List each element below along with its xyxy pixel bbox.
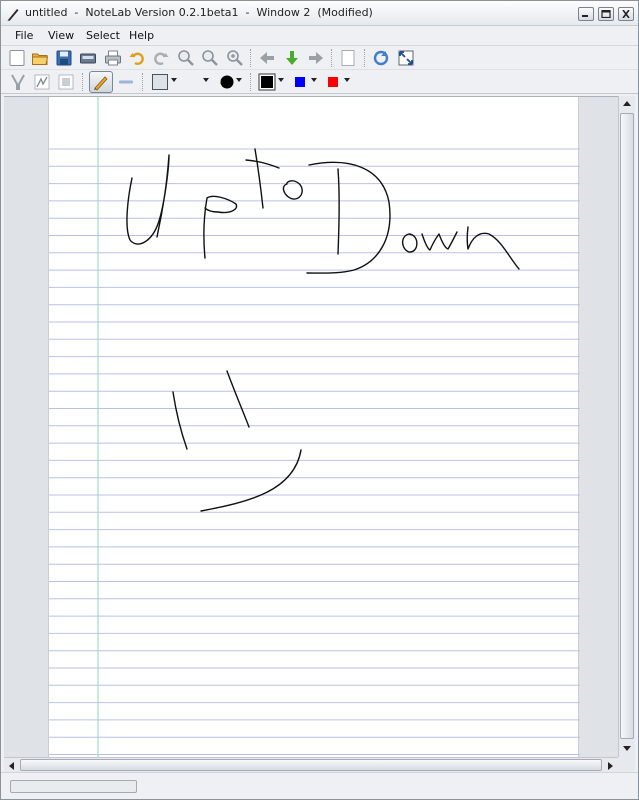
toolbar-separator [142,73,143,91]
ink-stroke-t [254,148,264,209]
maximize-button[interactable] [598,7,614,21]
vertical-scroll-thumb[interactable] [620,113,634,739]
zoom-out-icon[interactable] [201,49,219,67]
pen-size-icon[interactable] [218,73,236,91]
ink-stroke-mouth [200,449,302,512]
zoom-reset-icon[interactable] [226,49,244,67]
horizontal-scrollbar[interactable] [4,757,618,772]
ink-stroke-eye-left [172,391,188,450]
scan-icon[interactable] [79,49,97,67]
canvas-viewport [4,96,635,757]
scroll-left-arrow-icon[interactable] [5,758,19,772]
open-folder-icon[interactable] [31,49,49,67]
redo-icon[interactable] [152,49,170,67]
print-icon[interactable] [104,49,122,67]
ruled-paper-drawing[interactable] [49,97,580,757]
ink-stroke-eye-right [226,370,250,428]
toolbar-separator [250,49,251,67]
tools-toolbar [1,70,638,94]
stroke-box-dropdown-icon[interactable] [171,78,177,82]
pen-size-dropdown-icon[interactable] [236,78,242,82]
undo-icon[interactable] [128,49,146,67]
pen-color-dropdown-icon[interactable] [278,78,284,82]
menu-bar: File View Select Help [1,26,638,46]
toolbar-separator [82,73,83,91]
arrow-down-icon[interactable] [283,49,301,67]
scroll-right-arrow-icon[interactable] [603,758,617,772]
ink-stroke-U [126,154,170,245]
red-color-dropdown-icon[interactable] [344,78,350,82]
handwritten-ink [126,148,520,512]
blank-page-icon[interactable] [339,49,357,67]
status-bar [1,772,638,799]
ink-stroke-o2 [401,233,418,253]
pen-tool-button[interactable] [89,71,113,93]
stroke-width-dropdown-icon[interactable] [203,78,209,82]
blue-color-swatch-icon[interactable] [291,73,309,91]
scroll-down-arrow-icon[interactable] [619,740,635,756]
rule-lines [49,148,580,755]
stroke-box-icon[interactable] [151,73,169,91]
select-tool-icon[interactable] [9,73,27,91]
progress-bar [10,780,137,793]
window-title: untitled - NoteLab Version 0.2.1beta1 - … [25,6,373,19]
title-bar: untitled - NoteLab Version 0.2.1beta1 - … [1,1,638,26]
ink-stroke-w [421,231,458,251]
arrow-left-icon[interactable] [258,49,276,67]
stroke-tool-icon[interactable] [33,73,51,91]
horizontal-scroll-thumb[interactable] [20,759,602,771]
pen-tool-icon [92,73,110,91]
ruled-paper[interactable] [48,97,580,757]
save-icon[interactable] [55,49,73,67]
vertical-scrollbar[interactable] [618,96,635,757]
scroll-up-arrow-icon[interactable] [619,96,635,112]
menu-select[interactable]: Select [86,29,120,42]
menu-view[interactable]: View [48,29,74,42]
ink-stroke-D-vertical [337,168,340,255]
blue-color-dropdown-icon[interactable] [311,78,317,82]
toolbar-separator [364,49,365,67]
zoom-in-icon[interactable] [177,49,195,67]
arrow-right-icon[interactable] [307,49,325,67]
notelab-window: untitled - NoteLab Version 0.2.1beta1 - … [0,0,639,800]
pen-color-swatch-icon[interactable] [258,73,276,91]
scroll-corner [618,757,635,772]
main-toolbar [1,46,638,70]
fullscreen-icon[interactable] [397,49,415,67]
toolbar-separator [250,73,251,91]
eraser-tool-icon[interactable] [57,73,75,91]
app-pen-icon [6,6,20,21]
ink-stroke-n [466,226,520,270]
red-color-swatch-icon[interactable] [324,73,342,91]
minimize-button[interactable] [578,7,594,21]
toolbar-separator [331,49,332,67]
menu-file[interactable]: File [15,29,33,42]
close-button[interactable] [618,7,634,21]
menu-help[interactable]: Help [129,29,154,42]
refresh-icon[interactable] [372,49,390,67]
line-tool-icon[interactable] [117,73,135,91]
ink-stroke-p [203,195,238,259]
new-page-icon[interactable] [8,49,26,67]
